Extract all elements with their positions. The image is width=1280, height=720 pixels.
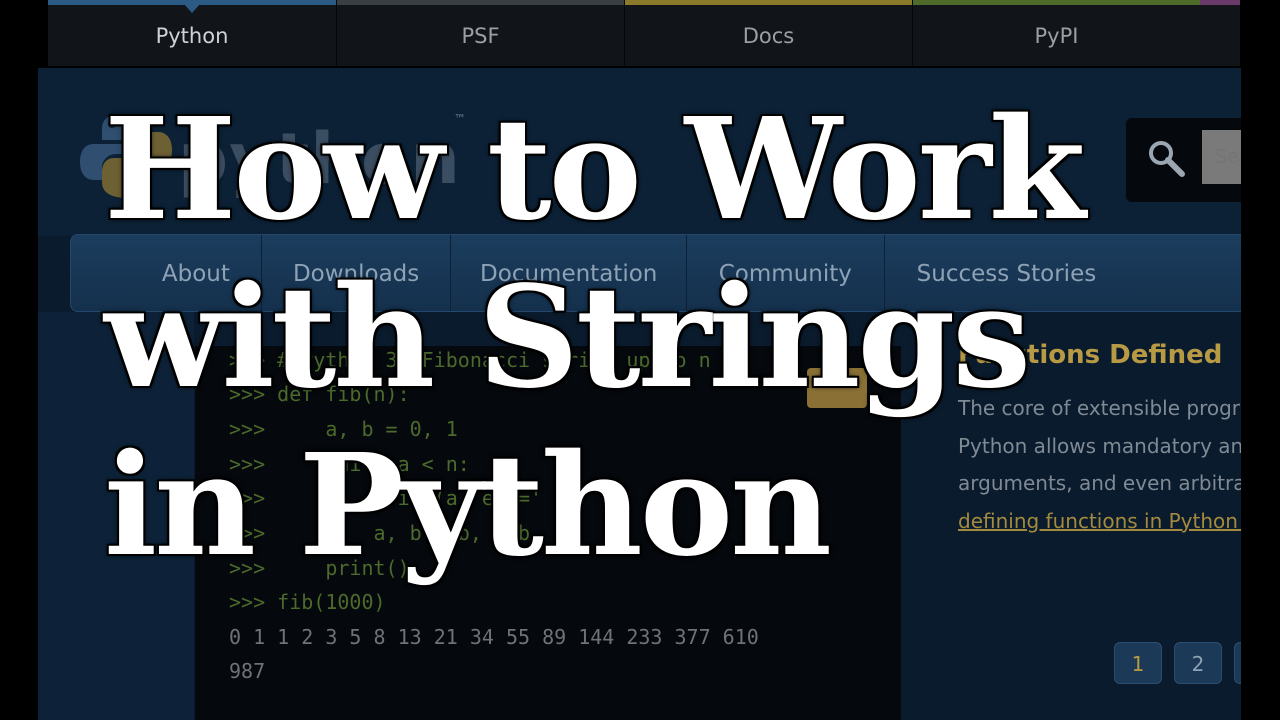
topnav-color-bar (625, 0, 912, 5)
overlay-title-line: in Python (104, 424, 832, 588)
topnav-psf[interactable]: PSF (336, 0, 624, 66)
topnav-python[interactable]: Python (48, 0, 336, 66)
pager-button-next[interactable] (1234, 642, 1241, 684)
topnav-color-bar (1200, 0, 1240, 5)
pager-button-1[interactable]: 1 (1114, 642, 1162, 684)
code-line: >>> fib(1000) (229, 590, 386, 614)
topnav-color-bar (913, 0, 1200, 5)
topnav-label: Docs (742, 24, 795, 48)
overlay-title-line: with Strings (104, 256, 1031, 420)
topnav-pypi[interactable]: PyPI (912, 0, 1200, 66)
topnav-label: PSF (461, 24, 500, 48)
pager-button-2[interactable]: 2 (1174, 642, 1222, 684)
code-output-line: 987 (229, 659, 266, 683)
overlay-title-line: How to Work (104, 88, 1086, 252)
top-meta-nav: Python PSF Docs PyPI (48, 0, 1248, 66)
search-icon[interactable] (1146, 138, 1186, 178)
search-box (1126, 118, 1241, 202)
search-input[interactable] (1202, 130, 1241, 184)
topnav-label: PyPI (1034, 24, 1079, 48)
topnav-label: Python (155, 24, 229, 48)
topnav-jobs[interactable] (1200, 0, 1240, 66)
topnav-docs[interactable]: Docs (624, 0, 912, 66)
active-indicator (184, 4, 200, 13)
code-output-line: 0 1 1 2 3 5 8 13 21 34 55 89 144 233 377… (229, 625, 759, 649)
topnav-color-bar (337, 0, 624, 5)
video-title-overlay: How to Work with Strings in Python (104, 86, 1086, 590)
